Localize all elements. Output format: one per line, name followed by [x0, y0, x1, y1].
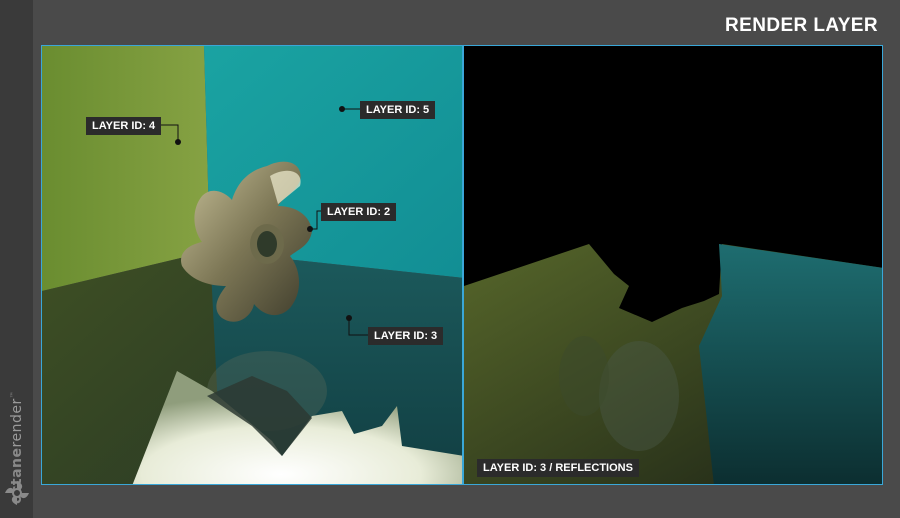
layer-5-label: LAYER ID: 5: [360, 101, 436, 119]
side-strip: octanerender™: [0, 0, 33, 518]
reflection-render: [464, 46, 882, 484]
render-panel-reflections: LAYER ID: 3 / REFLECTIONS: [463, 45, 883, 485]
render-panel-beauty: LAYER ID: 4 LAYER ID: 5 LAYER ID: 2 LAYE…: [41, 45, 463, 485]
brand-name-light: render: [9, 398, 25, 448]
octane-logo-icon: [5, 481, 29, 505]
layer-2-label: LAYER ID: 2: [321, 203, 397, 221]
layer-4-label: LAYER ID: 4: [86, 117, 162, 135]
reflection-caption: LAYER ID: 3 / REFLECTIONS: [477, 459, 639, 477]
layer-3-label: LAYER ID: 3: [368, 327, 444, 345]
brand-trademark: ™: [9, 390, 18, 399]
page-title: RENDER LAYER: [725, 15, 878, 36]
